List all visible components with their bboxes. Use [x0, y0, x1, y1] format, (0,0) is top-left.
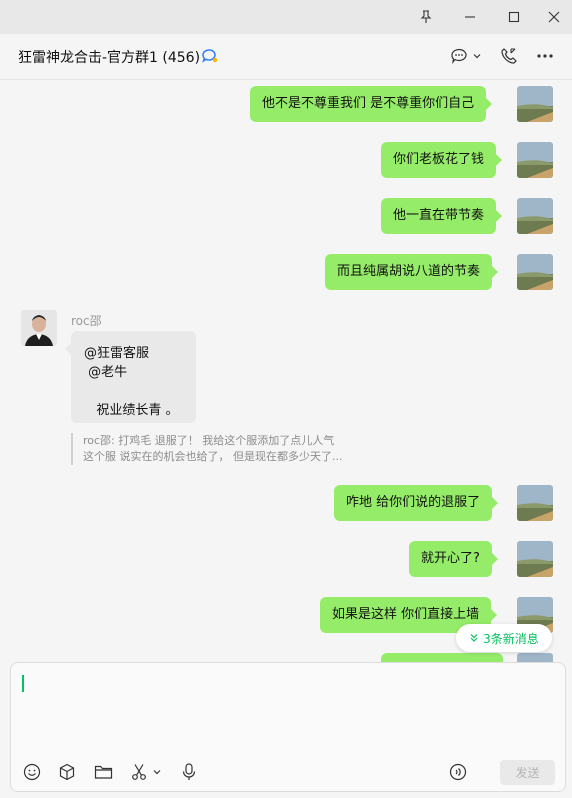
avatar[interactable] [517, 485, 553, 521]
message-bubble-partial [381, 653, 503, 662]
message-bubble[interactable]: 咋地 给你们说的退服了 [334, 485, 499, 521]
folder-icon[interactable] [94, 761, 113, 783]
message-text: 祝业绩长青 。 [84, 403, 179, 418]
quote-line: 这个服 说实在的机会也给了， 但是现在都多少天了... [83, 450, 343, 463]
send-button[interactable]: 发送 [500, 760, 555, 785]
message-bubble[interactable]: 就开心了? [409, 541, 498, 577]
sender-name[interactable]: roc邵 [71, 312, 102, 329]
message-input[interactable] [22, 673, 552, 753]
message-bubble[interactable]: 而且纯属胡说八道的节奏 [325, 254, 499, 290]
avatar[interactable] [517, 86, 553, 122]
phone-icon[interactable] [500, 45, 518, 67]
avatar[interactable] [517, 198, 553, 234]
cube-icon[interactable] [58, 761, 76, 783]
avatar-partial [517, 653, 553, 662]
group-chat-icon [201, 47, 219, 69]
maximize-icon[interactable] [492, 0, 536, 34]
minimize-icon[interactable] [448, 0, 492, 34]
message-bubble[interactable]: 你们老板花了钱 [381, 142, 503, 178]
more-icon[interactable] [536, 45, 554, 67]
double-chevron-down-icon [470, 634, 478, 642]
mention-line: @老牛 [84, 365, 128, 380]
quote-line: roc邵: 打鸡毛 退服了！ 我给这个服添加了点儿人气 [83, 434, 335, 447]
chat-title[interactable]: 狂雷神龙合击-官方群1 (456) [18, 47, 200, 67]
message-input-box[interactable]: 发送 [10, 662, 566, 792]
avatar[interactable] [517, 254, 553, 290]
chat-bubble-icon[interactable] [450, 45, 482, 67]
message-bubble[interactable]: 他不是不尊重我们 是不尊重你们自己 [250, 86, 493, 122]
close-icon[interactable] [536, 0, 572, 34]
emoji-icon[interactable] [23, 761, 41, 783]
message-bubble[interactable]: 他一直在带节奏 [381, 198, 503, 234]
new-messages-button[interactable]: 3条新消息 [456, 624, 552, 652]
new-messages-label: 3条新消息 [483, 631, 539, 646]
message-bubble[interactable]: @狂雷客服 @老牛 祝业绩长青 。 [65, 331, 196, 423]
voice-input-icon[interactable] [449, 761, 467, 783]
window-titlebar [0, 0, 572, 34]
scissors-icon[interactable] [130, 761, 162, 783]
chevron-down-icon[interactable] [152, 767, 162, 777]
avatar[interactable] [517, 541, 553, 577]
microphone-icon[interactable] [181, 761, 197, 783]
chat-header: 狂雷神龙合击-官方群1 (456) [0, 34, 572, 80]
avatar[interactable] [21, 310, 57, 346]
message-list[interactable]: 他不是不尊重我们 是不尊重你们自己 你们老板花了钱 他一直在带节奏 而且纯属胡说… [0, 80, 572, 662]
chevron-down-icon [473, 54, 481, 59]
quoted-reply[interactable]: roc邵: 打鸡毛 退服了！ 我给这个服添加了点儿人气 这个服 说实在的机会也给… [71, 433, 381, 465]
avatar[interactable] [517, 142, 553, 178]
mention-line: @狂雷客服 [84, 346, 150, 361]
pin-icon[interactable] [404, 0, 448, 34]
